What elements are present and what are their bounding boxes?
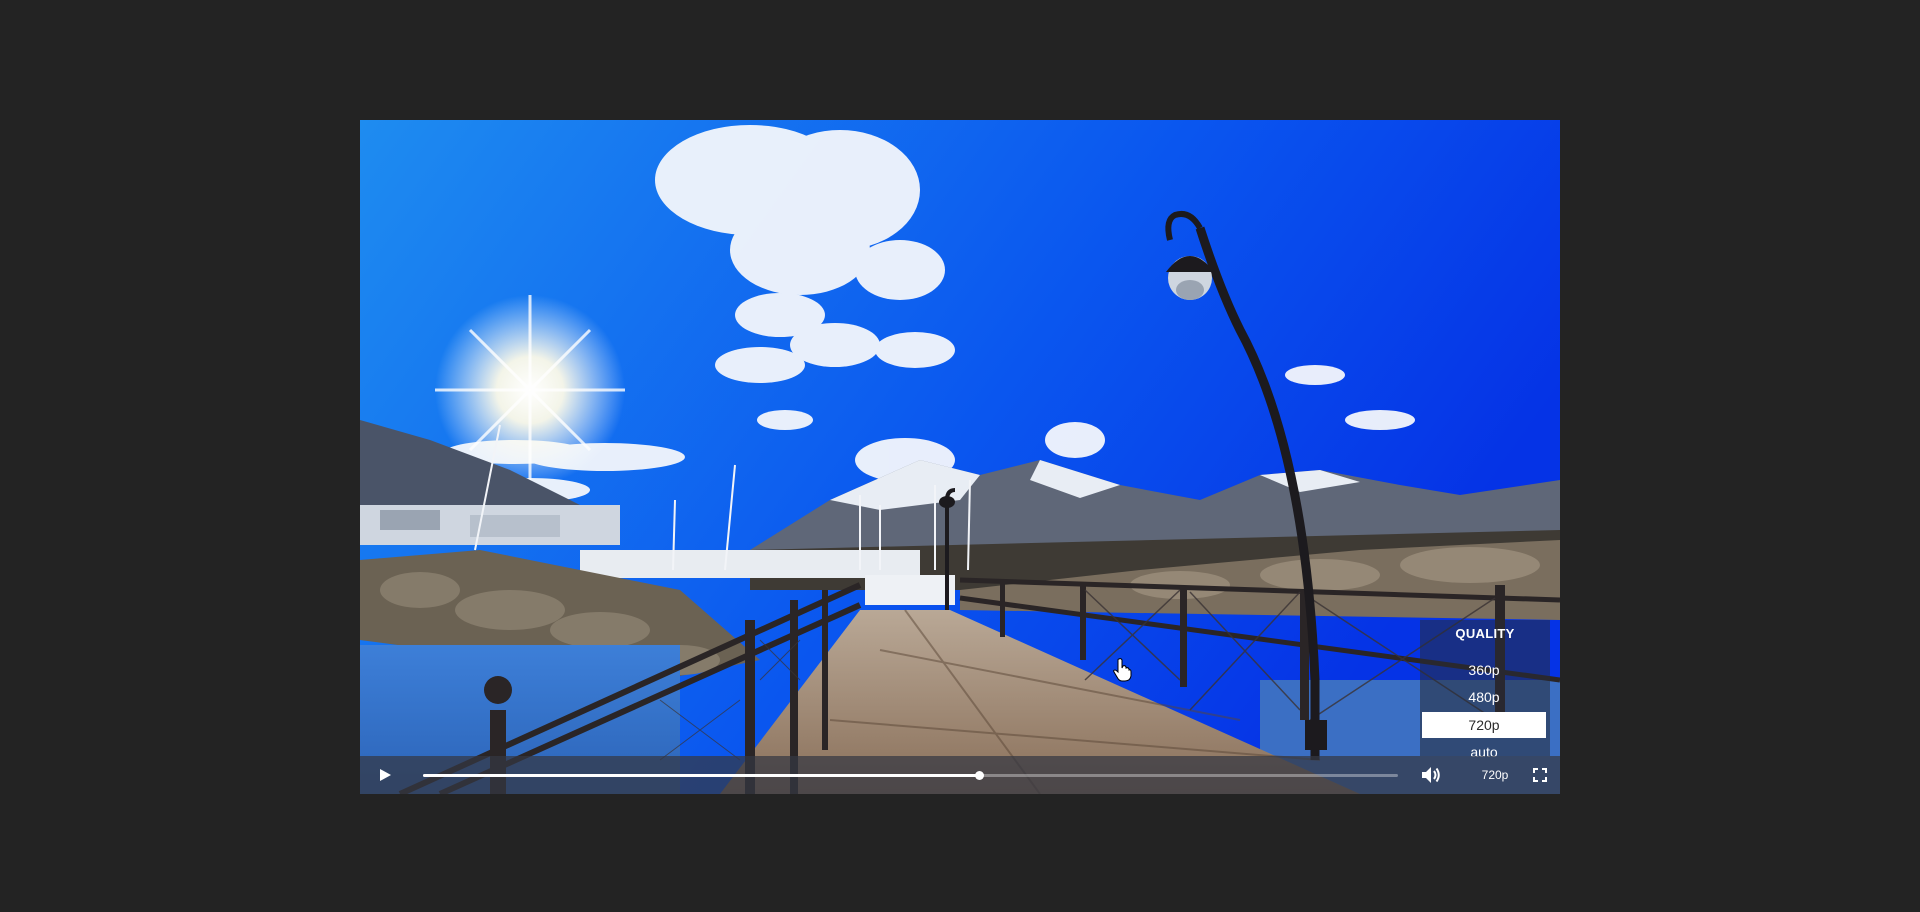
quality-option-480p[interactable]: 480p	[1422, 684, 1546, 710]
quality-option-360p[interactable]: 360p	[1422, 657, 1546, 683]
progress-fill	[423, 774, 979, 777]
quality-menu-title: QUALITY	[1455, 626, 1515, 641]
quality-option-720p[interactable]: 720p	[1422, 712, 1546, 738]
fullscreen-button[interactable]	[1527, 756, 1553, 794]
progress-thumb[interactable]	[974, 771, 984, 780]
video-frame[interactable]	[360, 120, 1560, 794]
volume-button[interactable]	[1414, 756, 1448, 794]
quality-button[interactable]: 720p	[1470, 756, 1520, 794]
progress-bar[interactable]	[423, 771, 1398, 780]
volume-icon	[1422, 767, 1440, 783]
control-bar: 720p	[360, 756, 1560, 794]
fullscreen-icon	[1533, 768, 1547, 782]
play-icon	[380, 769, 391, 781]
video-player[interactable]: QUALITY 360p 480p 720p auto 720p	[360, 120, 1560, 794]
quality-menu: QUALITY 360p 480p 720p auto	[1420, 620, 1550, 760]
play-button[interactable]	[370, 756, 400, 794]
